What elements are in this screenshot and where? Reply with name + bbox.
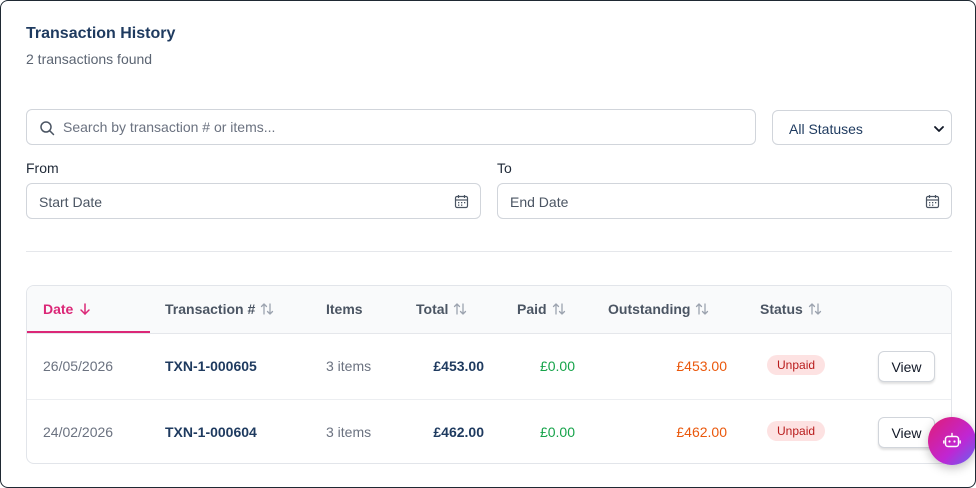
column-header-total[interactable]: Total <box>416 301 467 317</box>
column-header-status[interactable]: Status <box>760 301 822 317</box>
sort-icon <box>808 303 821 315</box>
from-label: From <box>26 160 59 176</box>
calendar-icon[interactable] <box>454 194 469 209</box>
calendar-icon[interactable] <box>925 194 940 209</box>
active-sort-indicator <box>27 331 150 333</box>
table-row: 24/02/2026 TXN-1-000604 3 items £462.00 … <box>27 399 951 463</box>
search-field[interactable] <box>26 109 756 145</box>
row-transaction-number: TXN-1-000605 <box>165 358 257 374</box>
column-header-label: Date <box>43 301 74 317</box>
sort-icon <box>261 303 274 315</box>
end-date-field[interactable]: End Date <box>497 183 952 219</box>
row-outstanding: £453.00 <box>676 358 727 374</box>
transactions-table: Date Transaction # Items Total Paid Outs… <box>26 285 952 464</box>
row-date: 26/05/2026 <box>43 358 114 374</box>
column-header-label: Transaction # <box>165 301 256 317</box>
column-header-items: Items <box>326 301 363 317</box>
view-button[interactable]: View <box>878 417 935 448</box>
robot-icon <box>943 432 961 448</box>
status-badge: Unpaid <box>767 421 826 441</box>
sort-icon <box>696 303 709 315</box>
row-paid: £0.00 <box>539 424 575 440</box>
table-header: Date Transaction # Items Total Paid Outs… <box>27 286 951 334</box>
to-label: To <box>497 160 512 176</box>
row-total: £462.00 <box>433 424 484 440</box>
table-row: 26/05/2026 TXN-1-000605 3 items £453.00 … <box>27 334 951 399</box>
transaction-history-panel: Transaction History 2 transactions found… <box>0 0 976 488</box>
status-badge: Unpaid <box>767 355 826 375</box>
row-total: £453.00 <box>433 358 484 374</box>
column-header-date[interactable]: Date <box>43 301 92 317</box>
start-date-placeholder: Start Date <box>39 194 103 210</box>
column-header-label: Status <box>760 301 803 317</box>
column-header-label: Total <box>416 301 449 317</box>
chat-assistant-button[interactable] <box>928 417 975 465</box>
result-count: 2 transactions found <box>26 51 153 67</box>
sort-icon <box>454 303 467 315</box>
arrow-down-icon <box>80 303 91 315</box>
column-header-label: Paid <box>517 301 547 317</box>
column-header-label: Outstanding <box>608 301 691 317</box>
start-date-field[interactable]: Start Date <box>26 183 481 219</box>
chevron-down-icon <box>934 126 944 132</box>
page-title: Transaction History <box>26 25 176 42</box>
row-outstanding: £462.00 <box>676 424 727 440</box>
section-divider <box>26 251 952 252</box>
column-header-paid[interactable]: Paid <box>517 301 566 317</box>
row-items: 3 items <box>326 424 372 440</box>
row-items: 3 items <box>326 358 372 374</box>
search-icon <box>40 121 55 136</box>
status-filter-select[interactable]: All Statuses <box>772 110 952 145</box>
status-filter-value: All Statuses <box>789 121 863 137</box>
row-transaction-number: TXN-1-000604 <box>165 424 257 440</box>
column-header-outstanding[interactable]: Outstanding <box>608 301 709 317</box>
search-input[interactable] <box>63 110 743 144</box>
column-header-transaction[interactable]: Transaction # <box>165 301 274 317</box>
sort-icon <box>552 303 565 315</box>
view-button[interactable]: View <box>878 351 935 382</box>
row-date: 24/02/2026 <box>43 424 114 440</box>
end-date-placeholder: End Date <box>510 194 569 210</box>
row-paid: £0.00 <box>539 358 575 374</box>
column-header-label: Items <box>326 301 363 317</box>
